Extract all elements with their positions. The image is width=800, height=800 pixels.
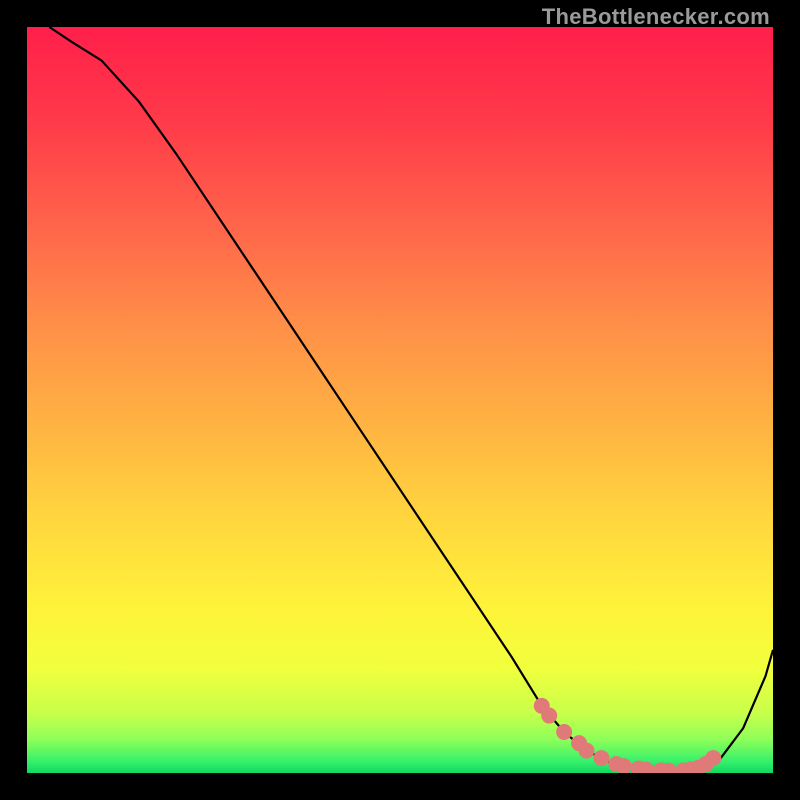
gradient-background [27,27,773,773]
plot-area [27,27,773,773]
chart-svg [27,27,773,773]
data-marker [579,743,595,759]
data-marker [705,750,721,766]
data-marker [593,750,609,766]
data-marker [541,708,557,724]
data-marker [556,724,572,740]
chart-frame: TheBottlenecker.com [0,0,800,800]
